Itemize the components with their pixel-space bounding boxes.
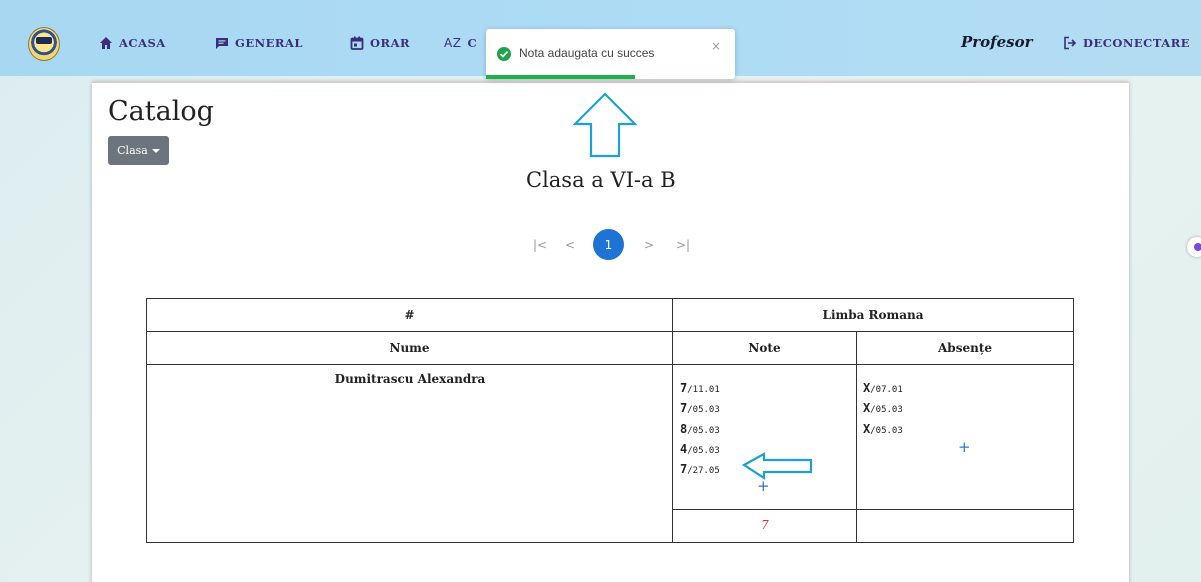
nav-orar[interactable]: ORAR [350, 34, 410, 52]
check-circle-icon [497, 47, 511, 61]
success-toast: Nota adaugata cu succes × [486, 29, 735, 79]
grade-entry[interactable]: 4/05.03 [680, 438, 720, 458]
page-title: Catalog [108, 96, 214, 127]
prev-page-button[interactable]: < [559, 230, 581, 260]
grade-average: 7 [761, 518, 769, 532]
user-role: Profesor [961, 33, 1033, 51]
close-icon[interactable]: × [711, 39, 721, 53]
absences-header: Absențe [857, 332, 1073, 365]
index-header: # [147, 299, 673, 332]
left-arrow-annotation [742, 452, 813, 480]
nav-general-label: GENERAL [235, 36, 303, 50]
first-page-button[interactable]: |< [529, 230, 551, 260]
home-icon [99, 36, 113, 50]
last-page-button[interactable]: >| [672, 230, 694, 260]
grade-entry[interactable]: 7/11.01 [680, 377, 720, 397]
average-cell: 7 [673, 510, 857, 542]
grade-entry[interactable]: 7/27.05 [680, 458, 720, 478]
logout-icon [1063, 36, 1077, 50]
grades-header: Note [673, 332, 857, 365]
absence-entry[interactable]: X/07.01 [863, 377, 903, 397]
absence-entry[interactable]: X/05.03 [863, 397, 903, 417]
message-icon [215, 36, 229, 50]
subject-header: Limba Romana [673, 299, 1073, 332]
student-name-cell [147, 365, 673, 542]
grade-entry[interactable]: 8/05.03 [680, 418, 720, 438]
name-header: Nume [147, 332, 673, 365]
side-panel-handle[interactable] [1187, 237, 1201, 257]
caret-down-icon [151, 148, 160, 153]
current-page-button[interactable]: 1 [593, 229, 624, 260]
nav-orar-label: ORAR [370, 36, 411, 50]
logout-button[interactable]: DECONECTARE [1063, 34, 1190, 52]
nav-catalog[interactable]: AZ C [444, 34, 477, 52]
grade-entry[interactable]: 7/05.03 [680, 397, 720, 417]
class-title: Clasa a VI-a B [526, 168, 676, 192]
next-page-button[interactable]: > [638, 230, 660, 260]
absences-cell: X/07.01 X/05.03 X/05.03 + [857, 365, 1073, 510]
nav-catalog-label: C [467, 36, 478, 50]
nav-acasa[interactable]: ACASA [99, 34, 166, 52]
sort-az-icon: AZ [444, 36, 462, 50]
absences-total-cell [857, 510, 1073, 542]
grades-cell: 7/11.01 7/05.03 8/05.03 4/05.03 7/27.05 … [673, 365, 857, 510]
absence-entry[interactable]: X/05.03 [863, 418, 903, 438]
up-arrow-annotation [573, 92, 637, 158]
student-name: Dumitrascu Alexandra [334, 372, 486, 386]
toast-message: Nota adaugata cu succes [519, 46, 655, 60]
school-logo[interactable] [28, 27, 60, 61]
nav-general[interactable]: GENERAL [215, 34, 303, 52]
class-dropdown-button[interactable]: Clasa [108, 136, 169, 165]
toast-progress-bar [486, 75, 635, 79]
logout-label: DECONECTARE [1083, 36, 1191, 50]
grades-table: # Limba Romana Nume Note Absențe Dumitra… [146, 298, 1074, 543]
nav-acasa-label: ACASA [119, 36, 166, 50]
add-absence-button[interactable]: + [958, 438, 971, 456]
class-dropdown-label: Clasa [117, 144, 148, 157]
calendar-icon [350, 36, 364, 50]
